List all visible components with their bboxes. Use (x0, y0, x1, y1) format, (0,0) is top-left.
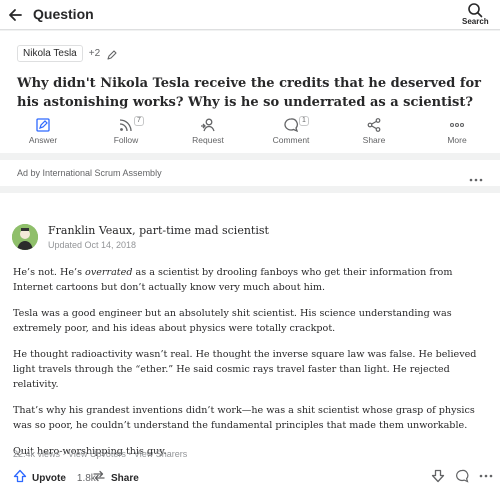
page-title: Question (33, 6, 94, 22)
answer-button[interactable]: Answer (13, 117, 73, 145)
more-topics[interactable]: +2 (89, 48, 100, 59)
answer-body: He’s not. He’s overrated as a scientist … (13, 265, 489, 470)
ad-more-dots-icon[interactable] (469, 170, 483, 182)
ad-label[interactable]: Ad by International Scrum Assembly (17, 168, 162, 178)
request-button[interactable]: Request (178, 117, 238, 145)
answer-footer: Upvote 1.8k Share (0, 469, 500, 493)
view-sharers-link[interactable]: View Sharers (134, 449, 187, 459)
upvote-label: Upvote (32, 473, 66, 484)
view-upvoters-link[interactable]: View Upvoters (68, 449, 126, 459)
share-question-button[interactable]: Share (344, 117, 404, 145)
comment-label: Comment (272, 135, 310, 145)
share-icon (344, 117, 404, 133)
answer-paragraph: That’s why his grandest inventions didn’… (13, 405, 475, 431)
share-label: Share (362, 135, 386, 145)
search-button[interactable]: Search (462, 2, 489, 28)
answer-paragraph: He’s not. He’s overrated as a scientist … (13, 267, 453, 293)
comment-bubble-icon[interactable] (455, 469, 469, 483)
footer-right-actions (431, 469, 493, 483)
downvote-arrow-icon[interactable] (431, 469, 445, 483)
question-actions: Answer 7 Follow Request 1 Comment Share … (0, 116, 500, 151)
follow-button[interactable]: 7 Follow (96, 116, 156, 145)
follow-label: Follow (113, 135, 139, 145)
more-dots-icon (427, 117, 487, 133)
answer-paragraph: Tesla was a good engineer but an absolut… (13, 308, 452, 334)
upvote-arrow-icon (13, 469, 27, 488)
avatar[interactable] (12, 224, 38, 250)
question-card: Nikola Tesla +2 Why didn't Nikola Tesla … (0, 31, 500, 153)
search-icon (468, 3, 483, 18)
share-answer-label: Share (111, 473, 139, 484)
answer-card: Franklin Veaux, part-time mad scientist … (0, 193, 500, 500)
question-title[interactable]: Why didn't Nikola Tesla receive the cred… (17, 74, 487, 112)
answer-meta: 22.4k views · View Upvoters · View Share… (13, 449, 188, 459)
request-label: Request (192, 135, 224, 145)
ad-bar: Ad by International Scrum Assembly (0, 160, 500, 186)
topic-chip[interactable]: Nikola Tesla (17, 45, 83, 62)
views-count: 22.4k views (13, 449, 61, 459)
author-name[interactable]: Franklin Veaux, part-time mad scientist (48, 224, 269, 237)
answer-paragraph: He thought radioactivity wasn’t real. He… (13, 349, 477, 390)
top-bar: Question Search (0, 0, 500, 30)
answer-pencil-icon (13, 117, 73, 133)
request-user-icon (178, 117, 238, 133)
edit-pencil-icon[interactable] (106, 48, 118, 60)
comment-bubble-icon: 1 (261, 116, 321, 133)
search-label: Search (462, 17, 489, 26)
updated-date: Updated Oct 14, 2018 (48, 240, 137, 250)
upvote-button[interactable]: Upvote 1.8k (13, 469, 96, 488)
topic-list: Nikola Tesla +2 (17, 45, 118, 62)
more-label: More (447, 135, 467, 145)
comment-count-badge: 1 (299, 116, 309, 126)
more-dots-icon[interactable] (479, 473, 493, 479)
follow-count-badge: 7 (134, 116, 144, 126)
answer-label: Answer (28, 135, 58, 145)
share-arrows-icon (92, 469, 106, 488)
back-arrow-icon[interactable] (6, 6, 24, 24)
comment-button[interactable]: 1 Comment (261, 116, 321, 145)
follow-rss-icon: 7 (96, 116, 156, 133)
more-button[interactable]: More (427, 117, 487, 145)
share-answer-button[interactable]: Share (92, 469, 139, 488)
